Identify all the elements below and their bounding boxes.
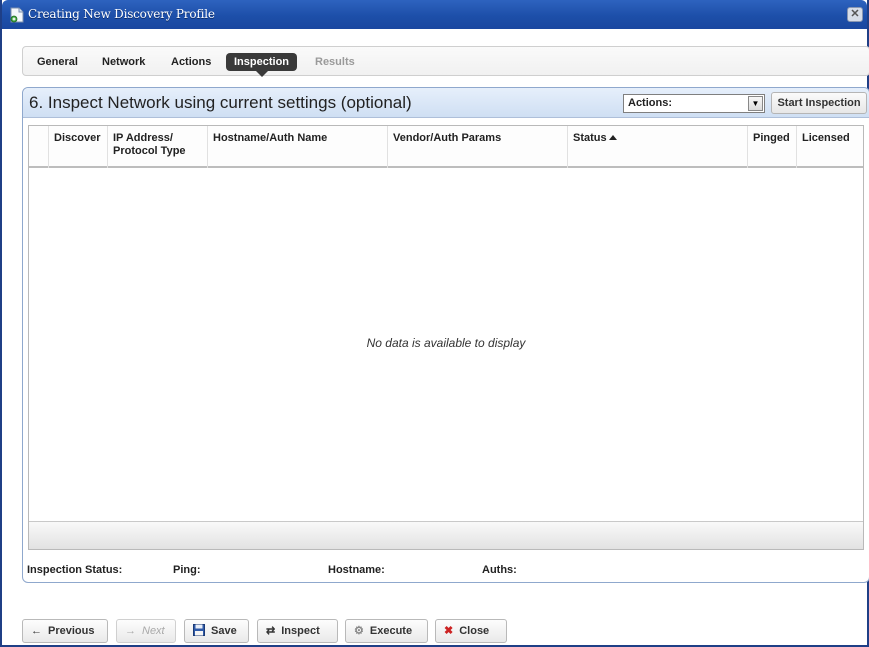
- inspection-status-label: Inspection Status:: [27, 564, 123, 576]
- window-title: Creating New Discovery Profile: [28, 7, 215, 21]
- ping-label: Ping:: [173, 564, 201, 576]
- save-button[interactable]: Save: [184, 619, 249, 643]
- column-label: Vendor/Auth Params: [393, 132, 502, 144]
- tab-inspection-label: Inspection: [234, 56, 290, 68]
- inspection-status-row: Inspection Status: Ping: Hostname: Auths…: [23, 564, 869, 580]
- inspect-button[interactable]: ⇄ Inspect: [257, 619, 338, 643]
- empty-grid-message: No data is available to display: [366, 336, 526, 350]
- tab-general[interactable]: General: [29, 53, 86, 71]
- column-header-ip-address[interactable]: IP Address/Protocol Type: [108, 126, 208, 168]
- column-label: Status: [573, 132, 607, 144]
- column-header-status[interactable]: Status: [568, 126, 748, 168]
- save-label: Save: [211, 625, 237, 637]
- execute-label: Execute: [369, 625, 413, 637]
- column-header-licensed[interactable]: Licensed: [797, 126, 863, 168]
- inspect-label: Inspect: [281, 625, 320, 637]
- actions-dropdown[interactable]: Actions: ▼: [623, 94, 765, 113]
- column-header-discover[interactable]: Discover: [49, 126, 108, 168]
- panel-title: 6. Inspect Network using current setting…: [29, 93, 412, 112]
- close-label: Close: [459, 625, 490, 637]
- arrow-left-icon: ←: [31, 625, 42, 637]
- new-document-icon: [10, 7, 24, 23]
- close-window-icon[interactable]: ✕: [847, 7, 863, 22]
- next-button: → Next: [116, 619, 176, 643]
- tab-network[interactable]: Network: [94, 53, 153, 71]
- sort-ascending-icon: [608, 135, 617, 140]
- close-button[interactable]: ✖ Close: [435, 619, 507, 643]
- next-label: Next: [142, 625, 165, 637]
- column-label-line2: Protocol Type: [113, 145, 186, 157]
- gear-icon: ⚙: [354, 625, 364, 637]
- column-header-selector[interactable]: [29, 126, 49, 168]
- column-header-pinged[interactable]: Pinged: [748, 126, 797, 168]
- inspection-results-grid: Discover IP Address/Protocol Type Hostna…: [28, 125, 864, 550]
- arrow-right-icon: →: [125, 625, 136, 637]
- column-header-hostname[interactable]: Hostname/Auth Name: [208, 126, 388, 168]
- dropdown-arrow-icon[interactable]: ▼: [748, 96, 763, 111]
- inspection-panel: 6. Inspect Network using current setting…: [22, 87, 869, 583]
- active-tab-pointer: [255, 71, 268, 77]
- column-label: Hostname/Auth Name: [213, 132, 328, 144]
- wizard-tab-bar: General Network Actions Inspection Resul…: [22, 46, 869, 77]
- swap-arrows-icon: ⇄: [266, 625, 276, 637]
- title-bar: Creating New Discovery Profile ✕: [2, 0, 867, 29]
- panel-header: 6. Inspect Network using current setting…: [23, 88, 869, 118]
- floppy-disk-icon: [193, 620, 205, 642]
- tab-actions[interactable]: Actions: [163, 53, 219, 71]
- column-label: Pinged: [753, 132, 790, 144]
- previous-label: Previous: [48, 625, 95, 637]
- grid-header: Discover IP Address/Protocol Type Hostna…: [29, 126, 863, 168]
- grid-footer: [29, 521, 863, 549]
- start-inspection-button[interactable]: Start Inspection: [771, 92, 867, 114]
- dialog-window: Creating New Discovery Profile ✕ General…: [0, 0, 869, 647]
- auths-label: Auths:: [482, 564, 517, 576]
- hostname-label: Hostname:: [328, 564, 385, 576]
- actions-dropdown-value: Actions:: [628, 97, 672, 109]
- execute-button[interactable]: ⚙ Execute: [345, 619, 428, 643]
- previous-button[interactable]: ← Previous: [22, 619, 108, 643]
- close-icon: ✖: [444, 625, 454, 637]
- column-header-vendor[interactable]: Vendor/Auth Params: [388, 126, 568, 168]
- tab-results: Results: [315, 56, 355, 68]
- column-label: Licensed: [802, 132, 850, 144]
- column-label: Discover: [54, 132, 101, 144]
- column-label: IP Address/: [113, 132, 173, 144]
- tab-inspection[interactable]: Inspection: [226, 53, 298, 77]
